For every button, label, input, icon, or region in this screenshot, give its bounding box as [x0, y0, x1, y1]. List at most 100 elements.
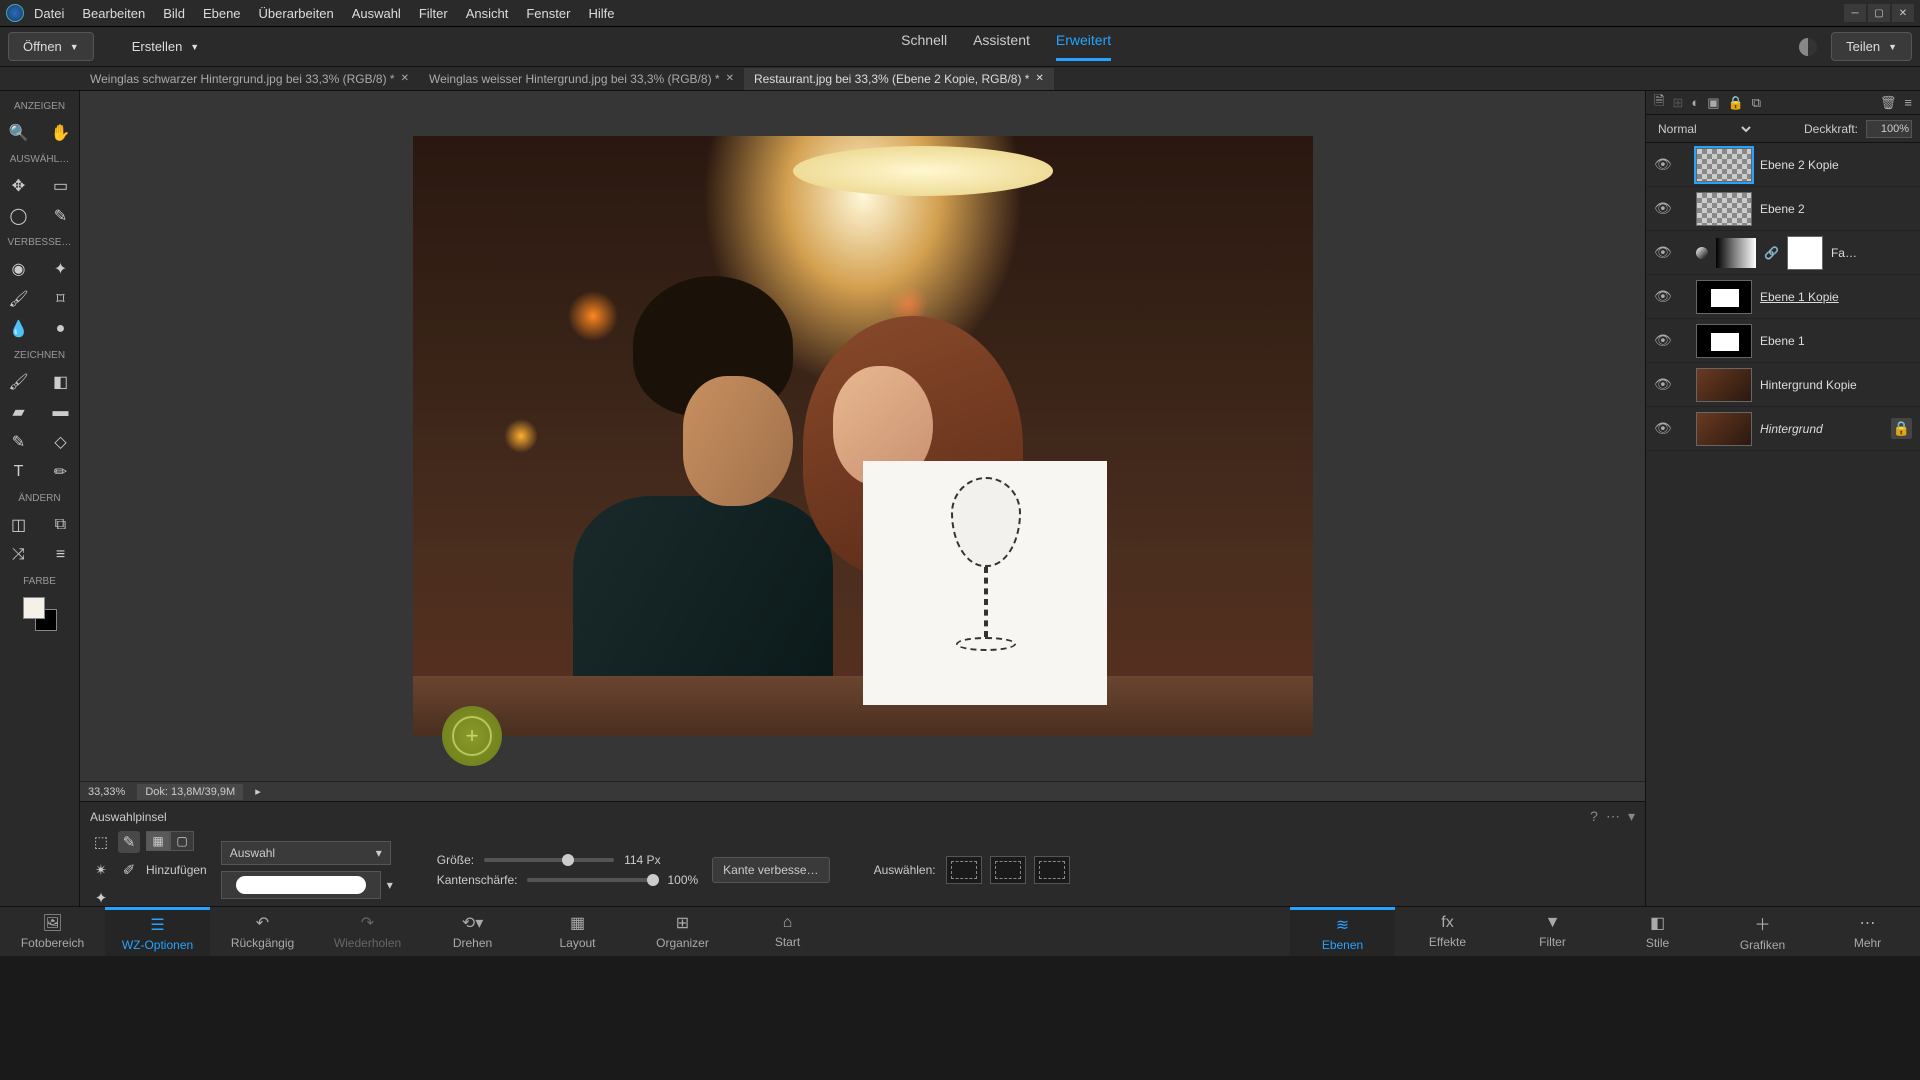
- select-background-button[interactable]: [990, 856, 1026, 884]
- menu-icon[interactable]: ⋯: [1606, 808, 1620, 825]
- eyedropper-tool[interactable]: ✎: [8, 431, 30, 453]
- layout-button[interactable]: ▦Layout: [525, 907, 630, 956]
- mask-thumb[interactable]: [1787, 236, 1823, 270]
- layer-thumb[interactable]: [1696, 148, 1752, 182]
- wz-optionen-button[interactable]: ☰WZ-Optionen: [105, 907, 210, 956]
- info-arrow-icon[interactable]: ▸: [255, 785, 261, 798]
- clone-tool[interactable]: ⌑: [50, 288, 72, 310]
- create-button[interactable]: Erstellen▼: [118, 33, 214, 60]
- size-slider[interactable]: [484, 858, 614, 862]
- size-value[interactable]: 114 Px: [624, 853, 660, 867]
- visibility-icon[interactable]: 👁: [1654, 376, 1668, 393]
- doc-info[interactable]: Dok: 13,8M/39,9M: [137, 784, 243, 800]
- crop-tool[interactable]: ◫: [8, 514, 30, 536]
- menu-auswahl[interactable]: Auswahl: [352, 6, 401, 21]
- magic-wand-icon[interactable]: ✴: [90, 859, 112, 881]
- visibility-icon[interactable]: 👁: [1654, 420, 1668, 437]
- layer-row[interactable]: 👁Ebene 1 Kopie: [1646, 275, 1920, 319]
- color-swatch[interactable]: [23, 597, 57, 631]
- layer-row[interactable]: 👁🔗Fa…: [1646, 231, 1920, 275]
- layer-name[interactable]: Ebene 1: [1760, 334, 1805, 348]
- pencil-tool[interactable]: ✏: [50, 461, 72, 483]
- ebenen-button[interactable]: ≋Ebenen: [1290, 907, 1395, 956]
- zoom-level[interactable]: 33,33%: [88, 786, 125, 798]
- bucket-tool[interactable]: ▰: [8, 401, 30, 423]
- share-button[interactable]: Teilen▼: [1831, 32, 1912, 61]
- menu-fenster[interactable]: Fenster: [526, 6, 570, 21]
- adjustment-icon[interactable]: ◐: [1691, 95, 1699, 110]
- close-button[interactable]: ✕: [1892, 4, 1914, 22]
- menu-filter[interactable]: Filter: [419, 6, 448, 21]
- filter-button[interactable]: ▼Filter: [1500, 907, 1605, 956]
- doc-tab-1[interactable]: Weinglas schwarzer Hintergrund.jpg bei 3…: [80, 68, 419, 90]
- marquee-tool[interactable]: ▭: [50, 175, 72, 197]
- sponge-tool[interactable]: ●: [50, 318, 72, 340]
- mode-assistent[interactable]: Assistent: [973, 32, 1030, 61]
- menu-datei[interactable]: Datei: [34, 6, 64, 21]
- opacity-input[interactable]: [1866, 120, 1912, 138]
- lock-icon[interactable]: 🔒: [1891, 418, 1912, 439]
- delete-layer-icon[interactable]: 🗑: [1880, 95, 1897, 111]
- spot-tool[interactable]: ✦: [50, 258, 72, 280]
- visibility-icon[interactable]: 👁: [1654, 332, 1668, 349]
- layer-row[interactable]: 👁Hintergrund Kopie: [1646, 363, 1920, 407]
- collapse-icon[interactable]: ▾: [1628, 808, 1635, 825]
- document[interactable]: [413, 136, 1313, 736]
- redeye-tool[interactable]: ◉: [8, 258, 30, 280]
- menu-bearbeiten[interactable]: Bearbeiten: [82, 6, 145, 21]
- close-icon[interactable]: ✕: [401, 73, 409, 84]
- help-icon[interactable]: ?: [1590, 808, 1598, 825]
- rotate-button[interactable]: ⟲▾Drehen: [420, 907, 525, 956]
- mask-icon[interactable]: ▣: [1707, 95, 1719, 111]
- mehr-button[interactable]: ⋯Mehr: [1815, 907, 1920, 956]
- brush-tool[interactable]: 🖌: [8, 371, 30, 393]
- link-icon[interactable]: ⧉: [1752, 95, 1761, 111]
- select-subject-button[interactable]: [946, 856, 982, 884]
- open-button[interactable]: Öffnen▼: [8, 32, 94, 61]
- mode-select[interactable]: Auswahl▾: [221, 841, 391, 865]
- layer-name[interactable]: Hintergrund: [1760, 422, 1823, 436]
- theme-icon[interactable]: [1799, 38, 1817, 56]
- close-icon[interactable]: ✕: [1035, 73, 1043, 84]
- blur-tool[interactable]: 💧: [8, 318, 30, 340]
- layer-thumb[interactable]: [1696, 324, 1752, 358]
- menu-ueberarbeiten[interactable]: Überarbeiten: [259, 6, 334, 21]
- layer-thumb[interactable]: [1696, 280, 1752, 314]
- layer-thumb[interactable]: [1696, 412, 1752, 446]
- gradient-tool[interactable]: ▬: [50, 401, 72, 423]
- new-layer-icon[interactable]: 🗎: [1654, 92, 1664, 114]
- layer-row[interactable]: 👁 Hintergrund 🔒: [1646, 407, 1920, 451]
- hand-tool[interactable]: ✋: [50, 122, 72, 144]
- layer-name[interactable]: Ebene 1 Kopie: [1760, 290, 1839, 304]
- redo-button[interactable]: ↷Wiederholen: [315, 907, 420, 956]
- layer-row[interactable]: 👁Ebene 2: [1646, 187, 1920, 231]
- edge-value[interactable]: 100%: [667, 873, 698, 887]
- visibility-icon[interactable]: 👁: [1654, 244, 1668, 261]
- layer-name[interactable]: Ebene 2: [1760, 202, 1805, 216]
- type-tool[interactable]: T: [8, 461, 30, 483]
- maximize-button[interactable]: ▢: [1868, 4, 1890, 22]
- canvas-view[interactable]: +: [80, 91, 1645, 781]
- blend-mode-select[interactable]: Normal: [1654, 121, 1754, 137]
- menu-ebene[interactable]: Ebene: [203, 6, 241, 21]
- minimize-button[interactable]: ─: [1844, 4, 1866, 22]
- lock-icon[interactable]: 🔒: [1728, 95, 1744, 111]
- zoom-tool[interactable]: 🔍: [8, 122, 30, 144]
- doc-tab-2[interactable]: Weinglas weisser Hintergrund.jpg bei 33,…: [419, 68, 744, 90]
- shape-tool[interactable]: ◇: [50, 431, 72, 453]
- new-group-icon[interactable]: ⊞: [1672, 95, 1683, 111]
- selection-brush-b-icon[interactable]: ✎: [118, 831, 140, 853]
- refine-brush-icon[interactable]: ✐: [118, 859, 140, 881]
- organizer-button[interactable]: ⊞Organizer: [630, 907, 735, 956]
- home-button[interactable]: ⌂Start: [735, 907, 840, 956]
- close-icon[interactable]: ✕: [726, 73, 734, 84]
- layer-thumb[interactable]: [1696, 192, 1752, 226]
- chevron-down-icon[interactable]: ▾: [387, 878, 393, 892]
- add-subtract-toggle[interactable]: ▦▢: [146, 831, 194, 853]
- visibility-icon[interactable]: 👁: [1654, 156, 1668, 173]
- fotobereich-button[interactable]: 🖼Fotobereich: [0, 907, 105, 956]
- layer-name[interactable]: Ebene 2 Kopie: [1760, 158, 1839, 172]
- layer-row[interactable]: 👁 Ebene 2 Kopie: [1646, 143, 1920, 187]
- mode-erweitert[interactable]: Erweitert: [1056, 32, 1111, 61]
- menu-hilfe[interactable]: Hilfe: [588, 6, 614, 21]
